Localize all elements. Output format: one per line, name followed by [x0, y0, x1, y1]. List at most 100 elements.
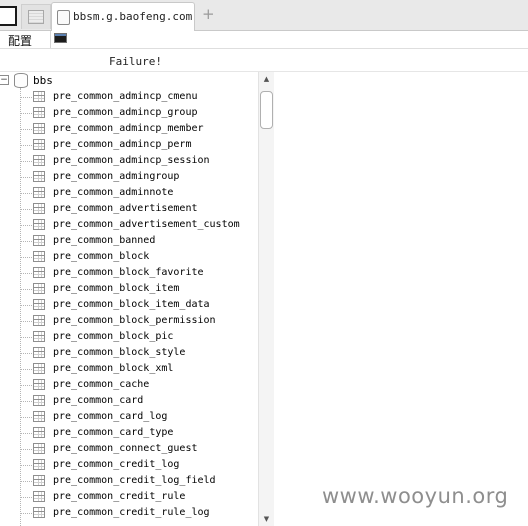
- table-icon: [33, 187, 45, 198]
- tree-item[interactable]: pre_common_block_favorite: [0, 265, 258, 281]
- tree-item[interactable]: pre_common_block_style: [0, 345, 258, 361]
- tree-item[interactable]: pre_common_admincp_cmenu: [0, 89, 258, 105]
- tree-item-label: pre_common_adminnote: [53, 187, 174, 198]
- table-icon: [33, 299, 45, 310]
- table-icon: [33, 475, 45, 486]
- database-tree: − bbs pre_common_admincp_cmenu pre_common…: [0, 72, 258, 526]
- tab-bar: bbsm.g.baofeng.com +: [0, 0, 528, 31]
- tree-item-label: pre_common_admincp_session: [53, 155, 210, 166]
- tree-item[interactable]: pre_common_credit_rule: [0, 489, 258, 505]
- watermark: www.wooyun.org: [322, 484, 509, 508]
- tree-connector: [21, 465, 32, 466]
- tree-connector: [21, 161, 32, 162]
- tree-root-label: bbs: [33, 74, 53, 87]
- collapse-icon[interactable]: −: [0, 75, 9, 85]
- tree-item-label: pre_common_block_style: [53, 347, 186, 358]
- tree-root-row[interactable]: − bbs: [0, 72, 258, 88]
- table-icon: [33, 331, 45, 342]
- tree-item[interactable]: pre_common_admingroup: [0, 169, 258, 185]
- tree-item-label: pre_common_banned: [53, 235, 156, 246]
- tree-item-label: pre_common_admincp_member: [53, 123, 204, 134]
- database-icon: [14, 73, 28, 88]
- tree-item[interactable]: pre_common_admincp_perm: [0, 137, 258, 153]
- tree-connector: [21, 177, 32, 178]
- window-icon[interactable]: [0, 6, 17, 26]
- table-icon: [33, 459, 45, 470]
- tree-item-label: pre_common_connect_guest: [53, 443, 198, 454]
- tree-item-label: pre_common_block_item_data: [53, 299, 210, 310]
- tree-item[interactable]: pre_common_banned: [0, 233, 258, 249]
- table-icon: [33, 235, 45, 246]
- tree-connector: [21, 353, 32, 354]
- tree-item[interactable]: pre_common_block_permission: [0, 313, 258, 329]
- tree-item[interactable]: pre_common_admincp_member: [0, 121, 258, 137]
- tree-scrollbar[interactable]: ▲ ▼: [258, 72, 275, 526]
- tree-item-label: pre_common_block_item: [53, 283, 180, 294]
- tree-connector: [21, 225, 32, 226]
- tree-item-label: pre_common_card: [53, 395, 144, 406]
- tree-connector: [21, 145, 32, 146]
- tree-item-label: pre_common_card_log: [53, 411, 168, 422]
- table-icon: [33, 395, 45, 406]
- table-icon: [33, 443, 45, 454]
- tree-item[interactable]: pre_common_advertisement_custom: [0, 217, 258, 233]
- tree-item-label: pre_common_advertisement_custom: [53, 219, 240, 230]
- tree-item[interactable]: pre_common_credit_rule_log: [0, 505, 258, 521]
- tab-title: bbsm.g.baofeng.com: [73, 10, 193, 23]
- tree-item[interactable]: pre_common_block_xml: [0, 361, 258, 377]
- tree-item[interactable]: pre_common_block: [0, 249, 258, 265]
- tree-item[interactable]: pre_common_block_item: [0, 281, 258, 297]
- toolbar-separator: [50, 31, 51, 48]
- tree-item[interactable]: pre_common_cache: [0, 377, 258, 393]
- table-icon: [33, 379, 45, 390]
- tree-connector: [21, 209, 32, 210]
- tree-connector: [21, 97, 32, 98]
- table-icon: [33, 139, 45, 150]
- tree-connector: [21, 305, 32, 306]
- tree-item[interactable]: pre_common_card_log: [0, 409, 258, 425]
- tree-connector: [21, 401, 32, 402]
- tree-item[interactable]: pre_common_adminnote: [0, 185, 258, 201]
- tree-item-label: pre_common_block_favorite: [53, 267, 204, 278]
- tree-item[interactable]: pre_common_block_item_data: [0, 297, 258, 313]
- tree-item[interactable]: pre_common_card_type: [0, 425, 258, 441]
- toolbar: 配置: [0, 31, 528, 49]
- tree-item[interactable]: pre_common_credit_log: [0, 457, 258, 473]
- table-icon: [33, 411, 45, 422]
- tree-connector: [21, 433, 32, 434]
- tree-connector: [21, 481, 32, 482]
- table-icon: [33, 219, 45, 230]
- config-menu[interactable]: 配置: [8, 32, 32, 49]
- table-icon: [33, 267, 45, 278]
- tree-item-label: pre_common_block_xml: [53, 363, 174, 374]
- scroll-down-icon[interactable]: ▼: [259, 512, 274, 526]
- table-icon: [33, 203, 45, 214]
- table-icon: [33, 171, 45, 182]
- tree-item[interactable]: pre_common_card: [0, 393, 258, 409]
- tree-item[interactable]: pre_common_connect_guest: [0, 441, 258, 457]
- tree-connector: [21, 241, 32, 242]
- tree-item[interactable]: pre_common_credit_log_field: [0, 473, 258, 489]
- command-prompt-icon[interactable]: [54, 33, 67, 43]
- scroll-up-icon[interactable]: ▲: [259, 72, 274, 86]
- tree-item-label: pre_common_credit_log_field: [53, 475, 216, 486]
- tree-connector: [21, 513, 32, 514]
- tree-item[interactable]: pre_common_advertisement: [0, 201, 258, 217]
- tree-item[interactable]: pre_common_admincp_session: [0, 153, 258, 169]
- tree-item-label: pre_common_card_type: [53, 427, 174, 438]
- new-tab-button[interactable]: +: [202, 5, 215, 23]
- scrollbar-thumb[interactable]: [260, 91, 273, 129]
- tree-connector: [21, 497, 32, 498]
- tree-connector: [21, 289, 32, 290]
- tree-item-label: pre_common_admincp_perm: [53, 139, 192, 150]
- tree-item[interactable]: pre_common_admincp_group: [0, 105, 258, 121]
- tree-connector: [21, 273, 32, 274]
- tree-item[interactable]: pre_common_block_pic: [0, 329, 258, 345]
- table-icon: [33, 123, 45, 134]
- tab-blank[interactable]: [21, 4, 51, 29]
- page-icon: [57, 10, 70, 25]
- status-message: Failure!: [109, 55, 162, 68]
- tree-item-label: pre_common_credit_rule: [53, 491, 186, 502]
- status-bar: Failure!: [0, 49, 528, 72]
- tab-active[interactable]: bbsm.g.baofeng.com: [51, 2, 195, 31]
